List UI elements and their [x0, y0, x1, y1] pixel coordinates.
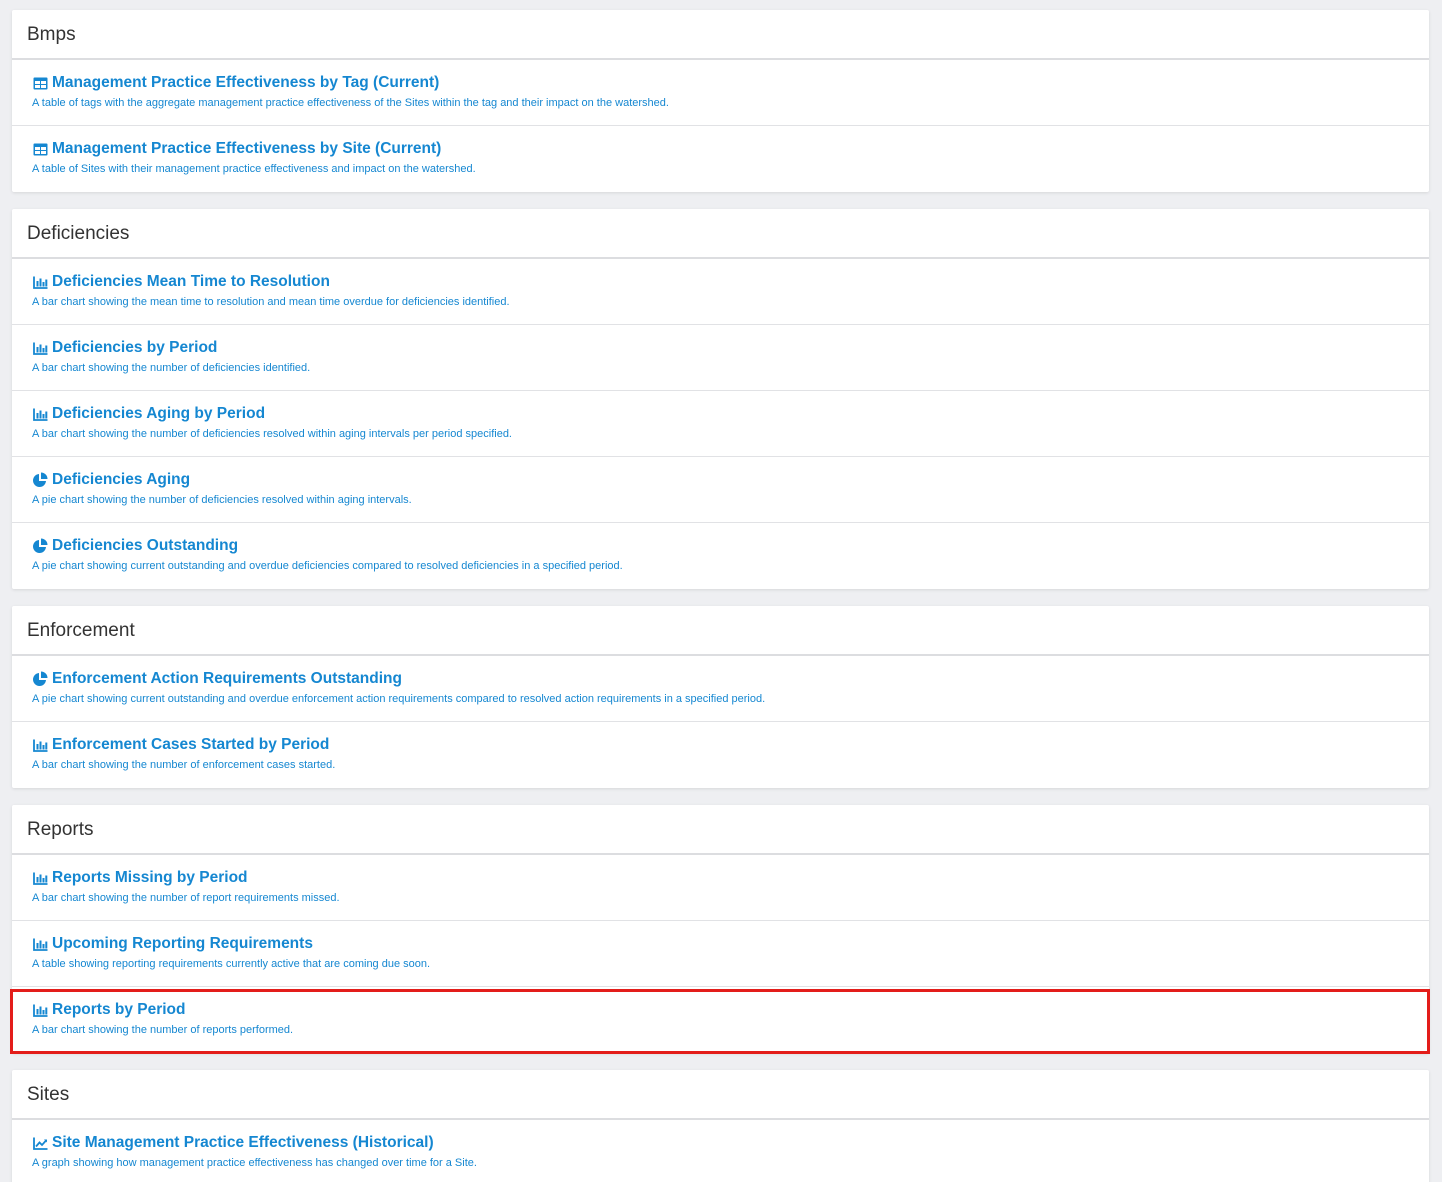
report-title[interactable]: Site Management Practice Effectiveness (… [52, 1133, 434, 1153]
table-icon [32, 141, 48, 157]
report-link[interactable]: Deficiencies Mean Time to Resolution [32, 272, 1409, 292]
bar-chart-icon [32, 737, 48, 753]
report-description: A bar chart showing the number of defici… [32, 428, 512, 440]
report-list-page: Bmps Management Practice Effectiveness b… [0, 0, 1442, 1182]
pie-chart-icon [32, 472, 48, 488]
report-description: A pie chart showing the number of defici… [32, 494, 412, 506]
section-header: Deficiencies [12, 209, 1429, 259]
report-description: A bar chart showing the number of report… [32, 892, 340, 904]
report-link[interactable]: Management Practice Effectiveness by Tag… [32, 73, 1409, 93]
section-sites: Sites Site Management Practice Effective… [12, 1070, 1429, 1182]
bar-chart-icon [32, 340, 48, 356]
report-description: A table showing reporting requirements c… [32, 958, 431, 970]
report-link[interactable]: Enforcement Action Requirements Outstand… [32, 669, 1409, 689]
report-item[interactable]: Enforcement Cases Started by Period A ba… [12, 722, 1429, 788]
report-link[interactable]: Reports Missing by Period [32, 868, 1409, 888]
report-title[interactable]: Reports by Period [52, 1000, 186, 1020]
bar-chart-icon [32, 274, 48, 290]
report-title[interactable]: Deficiencies by Period [52, 338, 217, 358]
table-icon [32, 75, 48, 91]
report-item[interactable]: Enforcement Action Requirements Outstand… [12, 656, 1429, 722]
report-description: A bar chart showing the mean time to res… [32, 296, 510, 308]
section-header: Enforcement [12, 606, 1429, 656]
report-item[interactable]: Deficiencies Mean Time to Resolution A b… [12, 259, 1429, 325]
report-link[interactable]: Reports by Period [32, 1000, 1409, 1020]
report-description: A bar chart showing the number of enforc… [32, 759, 336, 771]
bar-chart-icon [32, 406, 48, 422]
report-title[interactable]: Deficiencies Aging by Period [52, 404, 265, 424]
report-title[interactable]: Management Practice Effectiveness by Sit… [52, 139, 441, 159]
line-chart-icon [32, 1135, 48, 1151]
report-item[interactable]: Upcoming Reporting Requirements A table … [12, 921, 1429, 987]
report-description: A graph showing how management practice … [32, 1157, 477, 1169]
report-item[interactable]: Deficiencies Aging A pie chart showing t… [12, 457, 1429, 523]
report-item[interactable]: Management Practice Effectiveness by Tag… [12, 60, 1429, 126]
bar-chart-icon [32, 1002, 48, 1018]
report-link[interactable]: Deficiencies Aging by Period [32, 404, 1409, 424]
report-item[interactable]: Site Management Practice Effectiveness (… [12, 1120, 1429, 1182]
report-link[interactable]: Site Management Practice Effectiveness (… [32, 1133, 1409, 1153]
report-description: A pie chart showing current outstanding … [32, 693, 766, 705]
report-link[interactable]: Deficiencies Aging [32, 470, 1409, 490]
report-title[interactable]: Deficiencies Aging [52, 470, 190, 490]
report-link[interactable]: Deficiencies by Period [32, 338, 1409, 358]
section-header: Bmps [12, 10, 1429, 60]
section-enforcement: Enforcement Enforcement Action Requireme… [12, 606, 1429, 788]
report-description: A table of tags with the aggregate manag… [32, 97, 669, 109]
section-reports: Reports Reports Missing by Period A bar … [12, 805, 1429, 1053]
report-title[interactable]: Deficiencies Mean Time to Resolution [52, 272, 330, 292]
section-deficiencies: Deficiencies Deficiencies Mean Time to R… [12, 209, 1429, 589]
report-item[interactable]: Deficiencies Outstanding A pie chart sho… [12, 523, 1429, 589]
report-link[interactable]: Deficiencies Outstanding [32, 536, 1409, 556]
report-description: A table of Sites with their management p… [32, 163, 476, 175]
report-title[interactable]: Reports Missing by Period [52, 868, 248, 888]
report-description: A bar chart showing the number of report… [32, 1024, 294, 1036]
report-description: A bar chart showing the number of defici… [32, 362, 311, 374]
report-item[interactable]: Deficiencies by Period A bar chart showi… [12, 325, 1429, 391]
report-link[interactable]: Upcoming Reporting Requirements [32, 934, 1409, 954]
report-title[interactable]: Deficiencies Outstanding [52, 536, 238, 556]
pie-chart-icon [32, 671, 48, 687]
report-title[interactable]: Enforcement Action Requirements Outstand… [52, 669, 402, 689]
report-description: A pie chart showing current outstanding … [32, 560, 623, 572]
bar-chart-icon [32, 936, 48, 952]
report-item[interactable]: Management Practice Effectiveness by Sit… [12, 126, 1429, 192]
report-item-highlighted[interactable]: Reports by Period A bar chart showing th… [12, 987, 1429, 1053]
report-item[interactable]: Deficiencies Aging by Period A bar chart… [12, 391, 1429, 457]
report-title[interactable]: Management Practice Effectiveness by Tag… [52, 73, 439, 93]
report-title[interactable]: Enforcement Cases Started by Period [52, 735, 329, 755]
report-title[interactable]: Upcoming Reporting Requirements [52, 934, 313, 954]
section-header: Reports [12, 805, 1429, 855]
bar-chart-icon [32, 870, 48, 886]
report-link[interactable]: Enforcement Cases Started by Period [32, 735, 1409, 755]
section-bmps: Bmps Management Practice Effectiveness b… [12, 10, 1429, 192]
section-header: Sites [12, 1070, 1429, 1120]
pie-chart-icon [32, 538, 48, 554]
report-item[interactable]: Reports Missing by Period A bar chart sh… [12, 855, 1429, 921]
report-link[interactable]: Management Practice Effectiveness by Sit… [32, 139, 1409, 159]
